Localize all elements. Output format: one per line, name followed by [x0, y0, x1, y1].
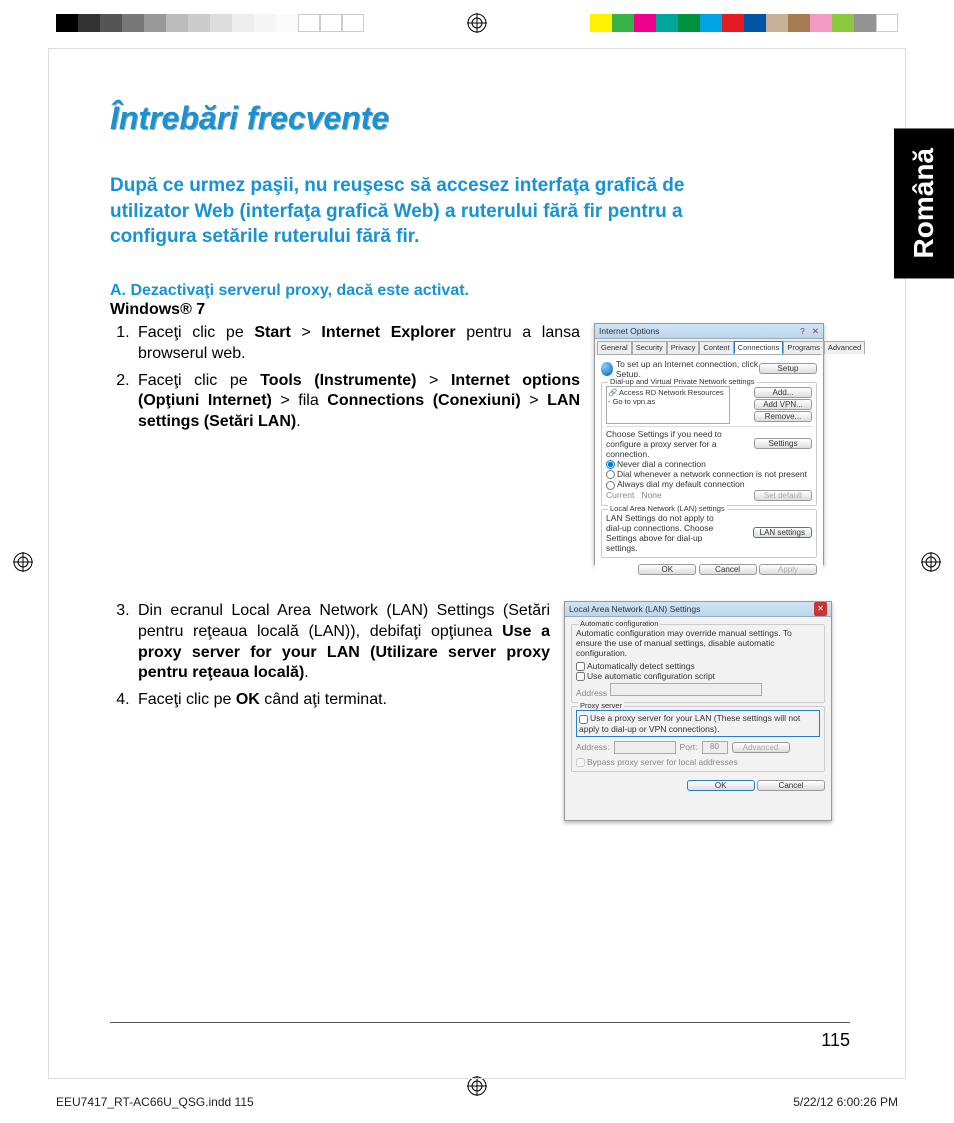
close-icon: ✕: [814, 602, 827, 616]
set-default-button: Set default: [754, 490, 812, 501]
lan-group-label: Local Area Network (LAN) settings: [608, 504, 727, 513]
proxy-address-label: Address:: [576, 742, 610, 752]
tab-connections[interactable]: Connections: [734, 341, 784, 354]
radio-always-dial[interactable]: Always dial my default connection: [606, 479, 745, 489]
radio-dial-when[interactable]: Dial whenever a network connection is no…: [606, 469, 807, 479]
lan-text: LAN Settings do not apply to dial-up con…: [606, 513, 726, 553]
figure-lan-settings: Local Area Network (LAN) Settings ✕ Auto…: [564, 601, 832, 821]
cb-auto-script[interactable]: Use automatic configuration script: [576, 671, 715, 681]
add-button[interactable]: Add...: [754, 387, 812, 398]
language-tab: Română: [894, 128, 954, 278]
dial-item[interactable]: 🔗 Access RD Network Resources - Go to vp…: [608, 388, 724, 406]
print-footer: EEU7417_RT-AC66U_QSG.indd 115 5/22/12 6:…: [56, 1095, 898, 1109]
figure-internet-options: Internet Options ? ✕ General Security Pr…: [594, 323, 824, 565]
faq-question: După ce urmez paşii, nu reuşesc să acces…: [110, 173, 750, 250]
tab-content[interactable]: Content: [699, 341, 733, 354]
cb-bypass: Bypass proxy server for local addresses: [576, 757, 738, 767]
step-3: Din ecranul Local Area Network (LAN) Set…: [134, 601, 550, 684]
advanced-button: Advanced: [732, 742, 790, 753]
ok-button[interactable]: OK: [638, 564, 696, 575]
address-label: Address: [576, 688, 607, 698]
radio-never-dial[interactable]: Never dial a connection: [606, 459, 706, 469]
proxy-group-label: Proxy server: [578, 701, 624, 710]
tab-privacy[interactable]: Privacy: [667, 341, 700, 354]
dialog-title: Local Area Network (LAN) Settings: [569, 602, 700, 616]
footer-rule: [110, 1022, 850, 1023]
page-title: Întrebări frecvente: [110, 100, 840, 137]
dialog-title: Internet Options: [599, 324, 659, 338]
port-label: Port:: [680, 742, 698, 752]
port-input: 80: [702, 741, 728, 754]
cb-use-proxy[interactable]: Use a proxy server for your LAN (These s…: [579, 713, 817, 733]
address-input: [610, 683, 762, 696]
tab-advanced[interactable]: Advanced: [824, 341, 865, 354]
dialup-group-label: Dial-up and Virtual Private Network sett…: [608, 377, 757, 386]
remove-button[interactable]: Remove...: [754, 411, 812, 422]
auto-group-label: Automatic configuration: [578, 619, 660, 628]
ok-button[interactable]: OK: [687, 780, 755, 791]
cancel-button[interactable]: Cancel: [699, 564, 757, 575]
cb-auto-detect[interactable]: Automatically detect settings: [576, 661, 695, 671]
auto-text: Automatic configuration may override man…: [576, 628, 820, 658]
step-4: Faceţi clic pe OK când aţi terminat.: [134, 690, 550, 711]
os-heading: Windows® 7: [110, 301, 840, 319]
tab-security[interactable]: Security: [632, 341, 667, 354]
globe-icon: [601, 362, 613, 376]
step-2: Faceţi clic pe Tools (Instrumente) > Int…: [134, 371, 580, 433]
registration-mark-icon: [12, 551, 34, 573]
apply-button: Apply: [759, 564, 817, 575]
choose-text: Choose Settings if you need to configure…: [606, 429, 726, 459]
settings-button[interactable]: Settings: [754, 438, 812, 449]
tab-general[interactable]: General: [597, 341, 632, 354]
footer-timestamp: 5/22/12 6:00:26 PM: [793, 1095, 898, 1109]
lan-settings-button[interactable]: LAN settings: [753, 527, 812, 538]
page-number: 115: [821, 1030, 850, 1051]
tab-programs[interactable]: Programs: [783, 341, 824, 354]
registration-mark-icon: [466, 12, 488, 34]
cancel-button[interactable]: Cancel: [757, 780, 825, 791]
add-vpn-button[interactable]: Add VPN...: [754, 399, 812, 410]
dialog-tabs: General Security Privacy Content Connect…: [597, 341, 821, 355]
proxy-address-input: [614, 741, 676, 754]
setup-button[interactable]: Setup: [759, 363, 817, 374]
step-1: Faceţi clic pe Start > Internet Explorer…: [134, 323, 580, 365]
registration-mark-icon: [920, 551, 942, 573]
footer-filename: EEU7417_RT-AC66U_QSG.indd 115: [56, 1095, 254, 1109]
setup-text: To set up an Internet connection, click …: [616, 359, 759, 379]
section-heading: A. Dezactivaţi serverul proxy, dacă este…: [110, 282, 840, 300]
window-controls-icon: ? ✕: [800, 324, 819, 338]
registration-mark-icon: [466, 1075, 488, 1097]
